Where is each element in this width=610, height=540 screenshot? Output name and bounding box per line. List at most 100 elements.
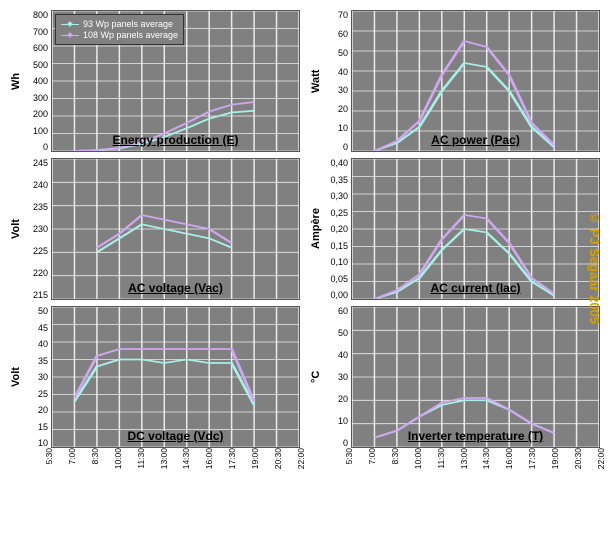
ytick: 100 bbox=[33, 126, 48, 136]
plot-area: AC power (Pac) bbox=[351, 10, 600, 152]
panel-energy: Wh 8007006005004003002001000 93 Wp panel… bbox=[10, 10, 300, 152]
ytick: 800 bbox=[33, 10, 48, 20]
legend-label: 93 Wp panels average bbox=[83, 19, 173, 29]
ytick: 60 bbox=[338, 29, 348, 39]
y-axis: 245 240 235 230 225 220 215 bbox=[24, 158, 51, 300]
xtick: 11:30 bbox=[436, 448, 446, 469]
xtick: 8:30 bbox=[90, 448, 100, 465]
y-axis-label: Ampère bbox=[310, 158, 324, 300]
ytick: 50 bbox=[38, 306, 48, 316]
ytick: 70 bbox=[338, 10, 348, 20]
ytick: 45 bbox=[38, 323, 48, 333]
ytick: 0 bbox=[43, 142, 48, 152]
ytick: 60 bbox=[338, 306, 348, 316]
panel-iac: Ampère 0,400,350,300,250,200,150,100,050… bbox=[310, 158, 600, 300]
xtick: 5:30 bbox=[44, 448, 54, 465]
x-axis: 5:307:008:3010:0011:3013:0014:3016:0017:… bbox=[348, 448, 600, 480]
ytick: 40 bbox=[38, 339, 48, 349]
ytick: 0,25 bbox=[330, 208, 348, 218]
ytick: 225 bbox=[33, 246, 48, 256]
ytick: 0,35 bbox=[330, 175, 348, 185]
ytick: 400 bbox=[33, 76, 48, 86]
y-axis: 70 60 50 40 30 20 10 0 bbox=[324, 10, 351, 152]
panel-pac: Watt 70 60 50 40 30 20 10 0 AC power (Pac) bbox=[310, 10, 600, 152]
ytick: 0 bbox=[343, 142, 348, 152]
y-axis-label: Volt bbox=[10, 158, 24, 300]
xtick: 19:00 bbox=[250, 448, 260, 469]
legend-swatch-icon bbox=[61, 21, 79, 27]
ytick: 0,20 bbox=[330, 224, 348, 234]
plot-area: 93 Wp panels average 108 Wp panels avera… bbox=[51, 10, 300, 152]
ytick: 20 bbox=[338, 394, 348, 404]
legend-item: 108 Wp panels average bbox=[61, 30, 178, 40]
y-axis: 0,400,350,300,250,200,150,100,050,00 bbox=[324, 158, 351, 300]
xtick: 20:30 bbox=[273, 448, 283, 469]
ytick: 0 bbox=[343, 438, 348, 448]
y-axis-label: Volt bbox=[10, 306, 24, 448]
panel-temp: °C 60 50 40 30 20 10 0 Inverter temperature (T… bbox=[310, 306, 600, 480]
plot-area: Inverter temperature (T) bbox=[351, 306, 600, 448]
ytick: 245 bbox=[33, 158, 48, 168]
xtick: 16:00 bbox=[504, 448, 514, 469]
ytick: 230 bbox=[33, 224, 48, 234]
panel-vdc: Volt 50 45 40 35 30 25 20 15 10 DC voltage (Vdc)… bbox=[10, 306, 300, 480]
ytick: 215 bbox=[33, 290, 48, 300]
xtick: 14:30 bbox=[481, 448, 491, 469]
y-axis-label: Watt bbox=[310, 10, 324, 152]
ytick: 700 bbox=[33, 27, 48, 37]
xtick: 14:30 bbox=[181, 448, 191, 469]
ytick: 10 bbox=[338, 123, 348, 133]
ytick: 0,30 bbox=[330, 191, 348, 201]
ytick: 300 bbox=[33, 93, 48, 103]
ytick: 10 bbox=[38, 438, 48, 448]
xtick: 7:00 bbox=[367, 448, 377, 465]
ytick: 50 bbox=[338, 48, 348, 58]
legend: 93 Wp panels average 108 Wp panels avera… bbox=[55, 14, 184, 45]
xtick: 17:30 bbox=[227, 448, 237, 469]
ytick: 30 bbox=[38, 372, 48, 382]
xtick: 16:00 bbox=[204, 448, 214, 469]
ytick: 30 bbox=[338, 85, 348, 95]
xtick: 10:00 bbox=[413, 448, 423, 469]
ytick: 20 bbox=[38, 405, 48, 415]
ytick: 0,10 bbox=[330, 257, 348, 267]
ytick: 40 bbox=[338, 67, 348, 77]
ytick: 0,05 bbox=[330, 274, 348, 284]
legend-item: 93 Wp panels average bbox=[61, 19, 178, 29]
xtick: 7:00 bbox=[67, 448, 77, 465]
ytick: 30 bbox=[338, 372, 348, 382]
y-axis: 50 45 40 35 30 25 20 15 10 bbox=[24, 306, 51, 448]
y-axis-label: Wh bbox=[10, 10, 24, 152]
chart-container: Wh 8007006005004003002001000 93 Wp panel… bbox=[10, 10, 600, 480]
xtick: 13:00 bbox=[459, 448, 469, 469]
xtick: 11:30 bbox=[136, 448, 146, 469]
ytick: 220 bbox=[33, 268, 48, 278]
ytick: 20 bbox=[338, 104, 348, 114]
ytick: 15 bbox=[38, 422, 48, 432]
xtick: 19:00 bbox=[550, 448, 560, 469]
x-axis: 5:307:008:3010:0011:3013:0014:3016:0017:… bbox=[48, 448, 300, 480]
ytick: 600 bbox=[33, 43, 48, 53]
panel-vac: Volt 245240235230225220215 AC voltage (V… bbox=[10, 158, 300, 300]
plot-area: DC voltage (Vdc) bbox=[51, 306, 300, 448]
y-axis-label: °C bbox=[310, 306, 324, 448]
xtick: 17:30 bbox=[527, 448, 537, 469]
ytick: 235 bbox=[33, 202, 48, 212]
ytick: 10 bbox=[338, 416, 348, 426]
y-axis: 60 50 40 30 20 10 0 bbox=[324, 306, 351, 448]
xtick: 20:30 bbox=[573, 448, 583, 469]
xtick: 5:30 bbox=[344, 448, 354, 465]
xtick: 22:00 bbox=[296, 448, 306, 469]
xtick: 13:00 bbox=[159, 448, 169, 469]
ytick: 500 bbox=[33, 60, 48, 70]
plot-area: AC current (Iac) bbox=[351, 158, 600, 300]
ytick: 50 bbox=[338, 328, 348, 338]
ytick: 40 bbox=[338, 350, 348, 360]
legend-label: 108 Wp panels average bbox=[83, 30, 178, 40]
xtick: 10:00 bbox=[113, 448, 123, 469]
ytick: 25 bbox=[38, 389, 48, 399]
ytick: 240 bbox=[33, 180, 48, 190]
ytick: 0,00 bbox=[330, 290, 348, 300]
ytick: 35 bbox=[38, 356, 48, 366]
xtick: 8:30 bbox=[390, 448, 400, 465]
